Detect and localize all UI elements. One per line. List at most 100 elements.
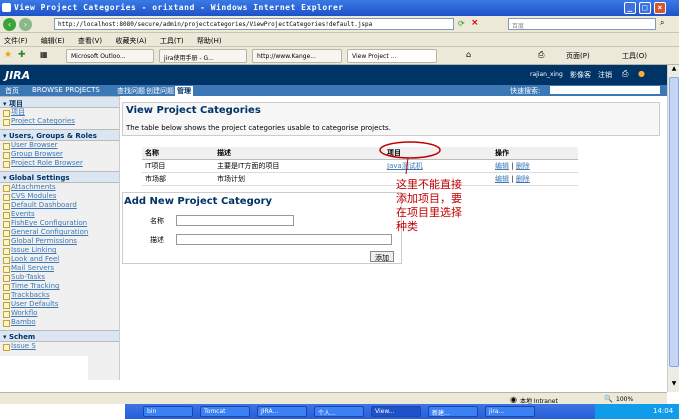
sidebar-item-general-configuration[interactable]: General Configuration bbox=[0, 228, 119, 237]
nav-browse-projects[interactable]: BROWSE PROJECTS bbox=[32, 86, 100, 94]
jira-nav: 首页 BROWSE PROJECTS 查找问题 创建问题 管理 快速搜索: bbox=[0, 85, 667, 96]
menu-tools[interactable]: 工具(T) bbox=[160, 37, 184, 45]
refresh-icon[interactable]: ⟳ bbox=[458, 19, 465, 28]
menu-favorites[interactable]: 收藏夹(A) bbox=[115, 37, 146, 45]
section-projects[interactable]: ▾ 项目 bbox=[0, 96, 119, 108]
sidebar-item-issue-security[interactable]: Issue S bbox=[0, 342, 119, 351]
taskbar-item-bin[interactable]: bin bbox=[143, 406, 193, 417]
jira-header: JIRA rajian_xing 影像客 注销 ⎙ ● bbox=[0, 65, 667, 85]
scroll-down-icon[interactable]: ▼ bbox=[669, 380, 679, 390]
taskbar-item-jira-2[interactable]: jira... bbox=[485, 406, 535, 417]
back-icon[interactable]: ‹ bbox=[3, 18, 16, 31]
sidebar-item-time-tracking[interactable]: Time Tracking bbox=[0, 282, 119, 291]
sidebar-item-look-and-feel[interactable]: Look and Feel bbox=[0, 255, 119, 264]
tab-kange[interactable]: http://www.Kange... bbox=[252, 49, 342, 63]
sidebar-item-user-defaults[interactable]: User Defaults bbox=[0, 300, 119, 309]
annotation-text: 这里不能直接 添加项目，要 在项目里选择 种类 bbox=[396, 178, 462, 233]
sidebar-item-attachments[interactable]: Attachments bbox=[0, 183, 119, 192]
zoom-level[interactable]: 100% bbox=[616, 396, 633, 403]
menu-view[interactable]: 查看(V) bbox=[78, 37, 102, 45]
edit-link[interactable]: 编辑 bbox=[495, 162, 509, 170]
sidebar-item-user-browser[interactable]: User Browser bbox=[0, 141, 119, 150]
sidebar-item-group-browser[interactable]: Group Browser bbox=[0, 150, 119, 159]
vertical-scrollbar[interactable]: ▲ ▼ bbox=[667, 65, 679, 392]
sidebar-item-trackbacks[interactable]: Trackbacks bbox=[0, 291, 119, 300]
scroll-up-icon[interactable]: ▲ bbox=[669, 65, 679, 75]
forward-icon[interactable]: › bbox=[19, 18, 32, 31]
category-description-input[interactable] bbox=[176, 234, 392, 245]
user-link[interactable]: rajian_xing bbox=[530, 71, 563, 78]
print-icon[interactable]: ⎙ bbox=[622, 69, 628, 79]
nav-home[interactable]: 首页 bbox=[5, 86, 19, 96]
table-row: 市场部 市场计划 编辑 | 删除 bbox=[142, 172, 578, 186]
search-icon[interactable]: ⌕ bbox=[660, 18, 664, 28]
favorites-star-icon[interactable]: ★ bbox=[4, 50, 12, 60]
zoom-icon: 🔍 bbox=[604, 395, 613, 403]
sidebar-item-sub-tasks[interactable]: Sub-Tasks bbox=[0, 273, 119, 282]
maximize-button[interactable]: □ bbox=[639, 2, 651, 14]
stop-icon[interactable]: × bbox=[471, 18, 479, 28]
table-row: IT项目 主要是IT方面的项目 Java测试机 编辑 | 删除 bbox=[142, 159, 578, 173]
add-favorite-icon[interactable]: ✚ bbox=[18, 50, 26, 60]
clock: 14:04 bbox=[653, 407, 674, 415]
sidebar-item-fisheye-configuration[interactable]: FishEye Configuration bbox=[0, 219, 119, 228]
sidebar-item-events[interactable]: Events bbox=[0, 210, 119, 219]
main-content: View Project Categories The table below … bbox=[120, 96, 667, 392]
taskbar-item-view[interactable]: View... bbox=[371, 406, 421, 417]
scroll-thumb[interactable] bbox=[669, 77, 679, 367]
tab-outlook[interactable]: Microsoft Outloo... bbox=[66, 49, 154, 63]
print-icon[interactable]: ⎙ bbox=[538, 50, 544, 60]
sidebar-item-bamboo[interactable]: Bambo bbox=[0, 318, 119, 327]
jira-logo[interactable]: JIRA bbox=[5, 69, 30, 82]
nav-find-issues[interactable]: 查找问题 bbox=[117, 86, 145, 96]
sidebar-item-project-role-browser[interactable]: Project Role Browser bbox=[0, 159, 119, 168]
tab-bar: ★ ✚ ▦ Microsoft Outloo... jira使用手册 - G..… bbox=[0, 47, 679, 65]
tab-view-project[interactable]: View Project ... bbox=[347, 49, 437, 63]
profile-link[interactable]: 影像客 bbox=[570, 70, 591, 80]
search-input[interactable]: 百度 bbox=[508, 18, 656, 30]
description-label: 描述 bbox=[150, 236, 164, 244]
taskbar-item-new[interactable]: 新建... bbox=[428, 406, 478, 417]
sidebar-item-project-categories[interactable]: Project Categories bbox=[0, 117, 119, 126]
menu-help[interactable]: 帮助(H) bbox=[197, 37, 222, 45]
taskbar-item-personal[interactable]: 个人... bbox=[314, 406, 364, 417]
quick-search-label: 快速搜索: bbox=[510, 87, 541, 95]
tab-jira-manual[interactable]: jira使用手册 - G... bbox=[159, 49, 247, 63]
menu-file[interactable]: 文件(F) bbox=[4, 37, 28, 45]
sidebar-item-default-dashboard[interactable]: Default Dashboard bbox=[0, 201, 119, 210]
intranet-icon: ◉ bbox=[510, 395, 517, 404]
delete-link[interactable]: 删除 bbox=[516, 175, 530, 183]
status-bar: ◉ 本地 Intranet 🔍 100% bbox=[0, 392, 667, 405]
section-schemes[interactable]: ▾ Schem bbox=[0, 330, 119, 342]
taskbar-item-tomcat[interactable]: Tomcat bbox=[200, 406, 250, 417]
taskbar-item-jira[interactable]: JIRA... bbox=[257, 406, 307, 417]
sidebar-item-projects[interactable]: 项目 bbox=[0, 108, 119, 117]
category-description: 市场计划 bbox=[214, 172, 384, 186]
home-icon[interactable]: ⌂ bbox=[466, 50, 471, 59]
delete-link[interactable]: 删除 bbox=[516, 162, 530, 170]
nav-create-issue[interactable]: 创建问题 bbox=[146, 86, 174, 96]
quick-search-input[interactable] bbox=[550, 86, 660, 94]
window-title: View Project Categories - orixtand - Win… bbox=[14, 3, 344, 12]
minimize-button[interactable]: _ bbox=[624, 2, 636, 14]
page-menu[interactable]: 页面(P) bbox=[566, 51, 590, 61]
sidebar-item-issue-linking[interactable]: Issue Linking bbox=[0, 246, 119, 255]
help-icon[interactable]: ● bbox=[638, 69, 645, 78]
sidebar-item-cvs-modules[interactable]: CVS Modules bbox=[0, 192, 119, 201]
add-button[interactable]: 添加 bbox=[370, 251, 394, 262]
menu-edit[interactable]: 编辑(E) bbox=[41, 37, 65, 45]
close-button[interactable]: × bbox=[654, 2, 666, 14]
sidebar-item-global-permissions[interactable]: Global Permissions bbox=[0, 237, 119, 246]
sidebar-item-mail-servers[interactable]: Mail Servers bbox=[0, 264, 119, 273]
category-name-input[interactable] bbox=[176, 215, 294, 226]
edit-link[interactable]: 编辑 bbox=[495, 175, 509, 183]
category-project-link[interactable]: Java测试机 bbox=[387, 162, 423, 170]
nav-admin[interactable]: 管理 bbox=[175, 86, 193, 96]
tools-menu[interactable]: 工具(O) bbox=[622, 51, 647, 61]
section-users-groups-roles[interactable]: ▾ Users, Groups & Roles bbox=[0, 129, 119, 141]
section-global-settings[interactable]: ▾ Global Settings bbox=[0, 171, 119, 183]
sidebar-item-workflows[interactable]: Workflo bbox=[0, 309, 119, 318]
url-input[interactable]: http://localhost:8080/secure/admin/proje… bbox=[54, 18, 454, 30]
tab-list-icon[interactable]: ▦ bbox=[40, 50, 48, 59]
logout-link[interactable]: 注销 bbox=[598, 70, 612, 80]
